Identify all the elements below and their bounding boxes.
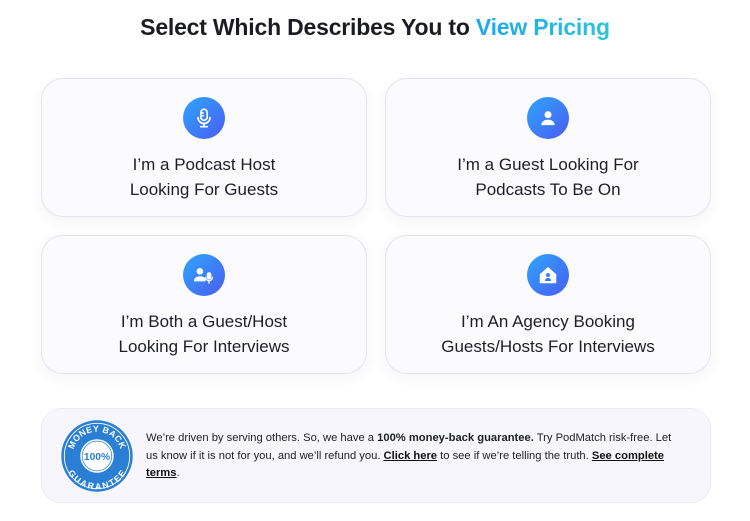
option-label: I’m a Podcast Host Looking For Guests (42, 152, 366, 202)
option-label-line1: I’m An Agency Booking (461, 312, 635, 331)
option-label-line1: I’m Both a Guest/Host (120, 312, 288, 331)
microphone-icon (183, 97, 225, 139)
guarantee-text: We’re driven by serving others. So, we h… (146, 430, 686, 483)
option-label: I’m a Guest Looking For Podcasts To Be O… (386, 152, 710, 202)
option-guest[interactable]: I’m a Guest Looking For Podcasts To Be O… (385, 78, 711, 217)
click-here-link[interactable]: Click here (384, 450, 437, 462)
option-label-line1: I’m a Podcast Host (132, 155, 276, 174)
money-back-guarantee-badge-icon: MONEY BACK GUARANTEE 100% (61, 420, 133, 492)
option-label-line2: Looking For Interviews (118, 337, 290, 356)
option-label-line2: Guests/Hosts For Interviews (441, 337, 655, 356)
person-microphone-icon (183, 254, 225, 296)
option-label-line2: Looking For Guests (129, 180, 279, 199)
guarantee-highlight: 100% money-back guarantee. (377, 432, 534, 444)
guarantee-panel: MONEY BACK GUARANTEE 100% We’re driven b… (41, 408, 711, 503)
guarantee-text-part: to see if we’re telling the truth. (437, 449, 592, 462)
option-label: I’m An Agency Booking Guests/Hosts For I… (386, 309, 710, 359)
option-podcast-host[interactable]: I’m a Podcast Host Looking For Guests (41, 78, 367, 217)
option-agency[interactable]: I’m An Agency Booking Guests/Hosts For I… (385, 235, 711, 374)
page-title-accent: View Pricing (475, 14, 610, 40)
option-label-line1: I’m a Guest Looking For (457, 155, 639, 174)
page-title-prefix: Select Which Describes You to (140, 14, 476, 40)
option-label-line2: Podcasts To Be On (475, 180, 621, 199)
person-icon (527, 97, 569, 139)
guarantee-text-part: We’re driven by serving others. So, we h… (146, 432, 378, 444)
svg-text:100%: 100% (84, 452, 110, 463)
page-title: Select Which Describes You to View Prici… (0, 14, 750, 41)
option-guest-and-host[interactable]: I’m Both a Guest/Host Looking For Interv… (41, 235, 367, 374)
option-label: I’m Both a Guest/Host Looking For Interv… (42, 309, 366, 359)
agency-house-icon (527, 254, 569, 296)
guarantee-text-part: . (176, 467, 180, 479)
